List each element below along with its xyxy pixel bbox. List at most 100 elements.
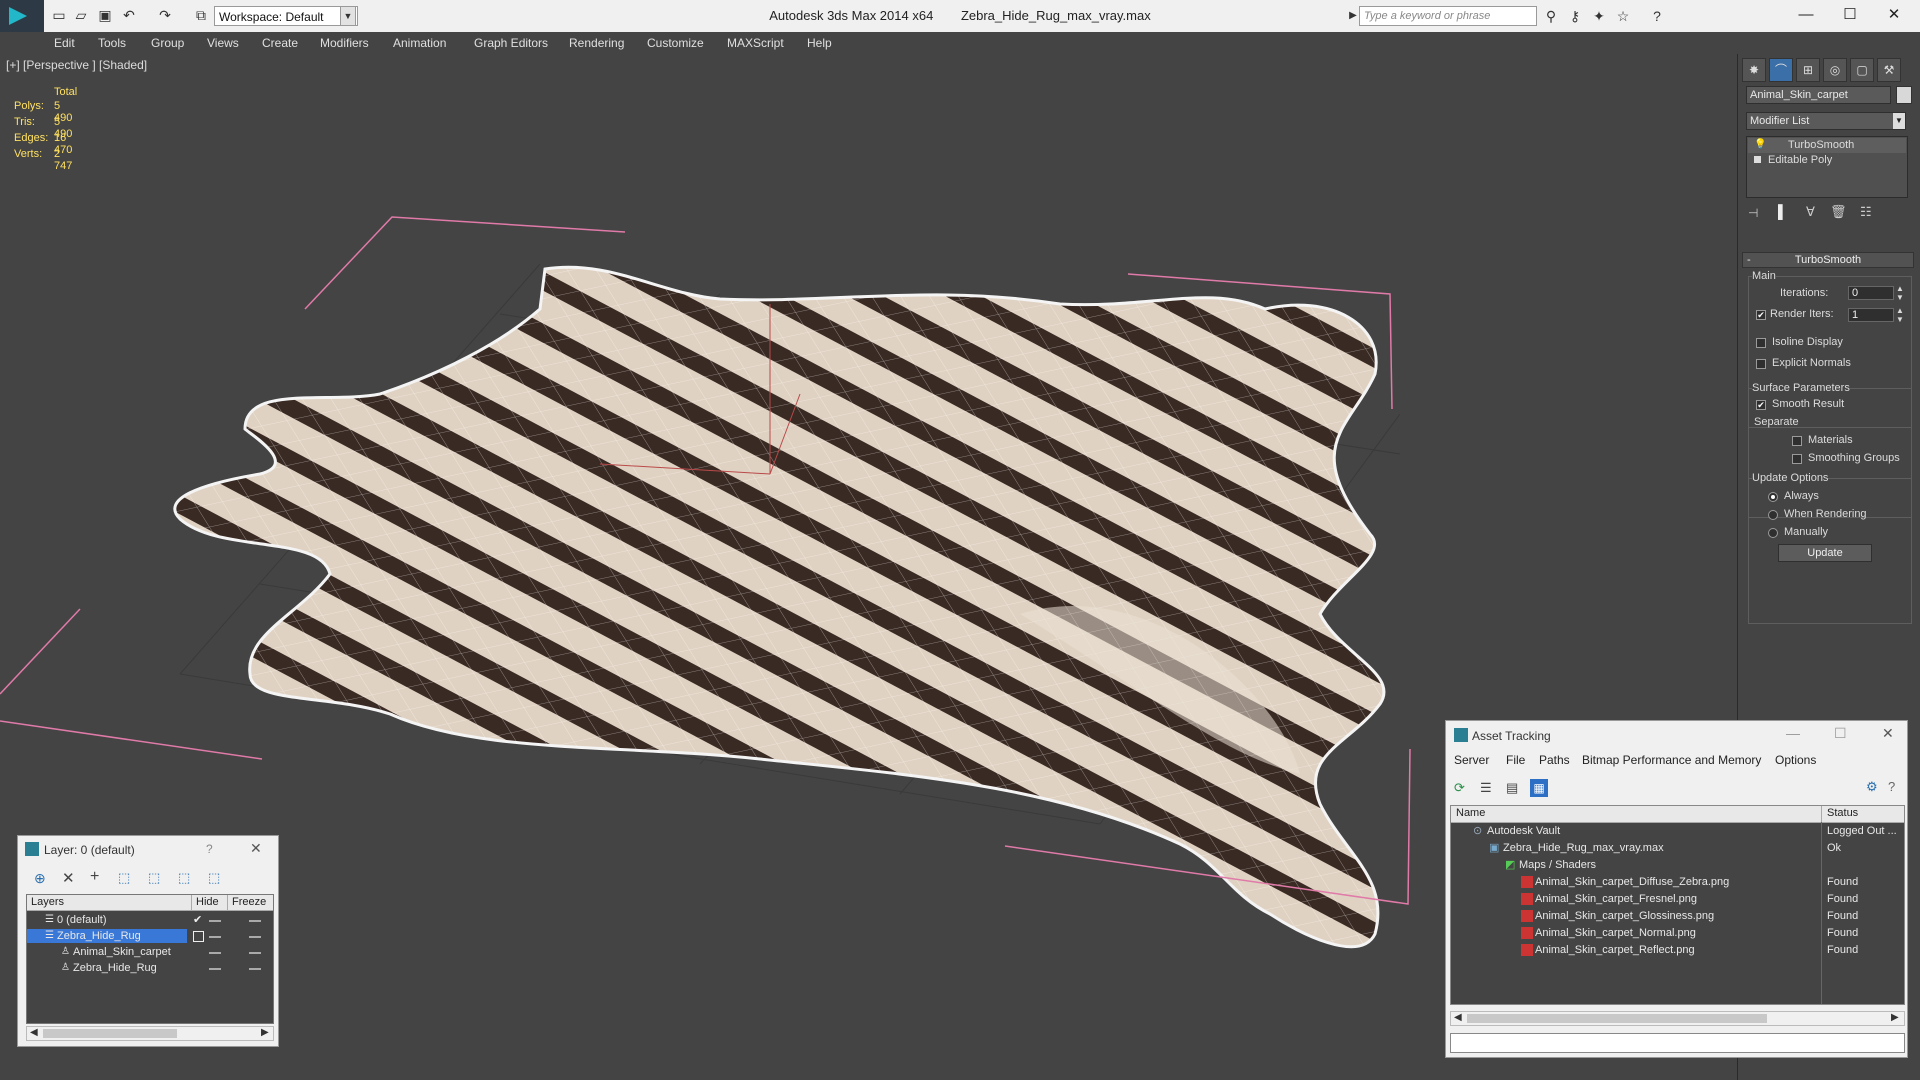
explicit-normals-checkbox[interactable] xyxy=(1756,359,1766,369)
minimize-button[interactable]: — xyxy=(1786,725,1800,741)
always-radio[interactable] xyxy=(1768,492,1778,502)
freeze-all-icon[interactable]: ⬚ xyxy=(208,870,220,886)
name-column-header[interactable]: Name xyxy=(1456,806,1485,821)
render-iters-spinner[interactable]: 1 xyxy=(1848,308,1894,322)
asset-row[interactable]: Animal_Skin_carpet_Glossiness.png Found xyxy=(1451,909,1904,923)
lightbulb-icon[interactable]: 💡 xyxy=(1754,139,1766,150)
scroll-right-icon[interactable]: ▶ xyxy=(261,1027,269,1038)
iterations-spinner[interactable]: 0 xyxy=(1848,286,1894,300)
freeze-toggle[interactable] xyxy=(249,920,261,922)
menu-bitmap-performance[interactable]: Bitmap Performance and Memory xyxy=(1582,753,1761,767)
active-layer-checkbox[interactable] xyxy=(193,931,204,942)
help-button[interactable]: ? xyxy=(206,842,213,856)
display-tab-icon[interactable]: ▢ xyxy=(1850,58,1874,82)
viewport-label[interactable]: [+] [Perspective ] [Shaded] xyxy=(6,58,147,72)
refresh-icon[interactable]: ⟳ xyxy=(1454,780,1465,796)
make-unique-icon[interactable]: ∀ xyxy=(1806,204,1815,220)
asset-row[interactable]: Animal_Skin_carpet_Fresnel.png Found xyxy=(1451,892,1904,906)
delete-layer-icon[interactable]: ✕ xyxy=(62,869,75,887)
create-tab-icon[interactable]: ✸ xyxy=(1742,58,1766,82)
highlight-layer-icon[interactable]: ⬚ xyxy=(148,870,160,886)
menu-maxscript[interactable]: MAXScript xyxy=(727,36,784,50)
modifier-list-dropdown[interactable]: Modifier List xyxy=(1746,112,1906,130)
menu-edit[interactable]: Edit xyxy=(54,36,75,50)
isoline-display-checkbox[interactable] xyxy=(1756,338,1766,348)
freeze-toggle[interactable] xyxy=(249,952,261,954)
asset-row[interactable]: ▣ Zebra_Hide_Rug_max_vray.max Ok xyxy=(1451,841,1904,855)
asset-row[interactable]: Animal_Skin_carpet_Reflect.png Found xyxy=(1451,943,1904,957)
modify-tab-icon[interactable]: ⌒ xyxy=(1769,58,1793,82)
binoculars-icon[interactable]: ⚲ xyxy=(1542,7,1560,25)
menu-tools[interactable]: Tools xyxy=(98,36,126,50)
object-name-field[interactable]: Animal_Skin_carpet xyxy=(1746,86,1891,104)
details-view-icon[interactable]: ▤ xyxy=(1506,780,1518,796)
manually-radio[interactable] xyxy=(1768,528,1778,538)
menu-rendering[interactable]: Rendering xyxy=(569,36,624,50)
object-color-swatch[interactable] xyxy=(1896,86,1912,104)
menu-graph-editors[interactable]: Graph Editors xyxy=(474,36,548,50)
pin-stack-icon[interactable]: ⊣ xyxy=(1748,206,1758,220)
help-icon[interactable]: ? xyxy=(1888,779,1895,794)
smooth-result-checkbox[interactable]: ✔ xyxy=(1756,400,1766,410)
menu-views[interactable]: Views xyxy=(207,36,239,50)
hide-toggle[interactable] xyxy=(209,920,221,922)
status-column-header[interactable]: Status xyxy=(1821,806,1858,822)
stack-item-turbosmooth[interactable]: 💡 TurboSmooth xyxy=(1748,138,1906,153)
search-input[interactable]: Type a keyword or phrase xyxy=(1359,6,1537,26)
utilities-tab-icon[interactable]: ⚒ xyxy=(1877,58,1901,82)
favorites-star-icon[interactable]: ☆ xyxy=(1614,7,1632,25)
active-layer-check-icon[interactable]: ✔ xyxy=(193,913,202,927)
stack-item-editable-poly[interactable]: Editable Poly xyxy=(1748,153,1906,168)
asset-row[interactable]: ⊙ Autodesk Vault Logged Out ... xyxy=(1451,824,1904,838)
layer-row[interactable]: ☰ Zebra_Hide_Rug xyxy=(27,929,273,943)
communication-center-icon[interactable]: ✦ xyxy=(1590,7,1608,25)
remove-modifier-icon[interactable]: 🗑 xyxy=(1830,204,1847,220)
asset-row[interactable]: ◩ Maps / Shaders xyxy=(1451,858,1904,872)
layers-column-header[interactable]: Layers xyxy=(31,895,64,910)
freeze-column-header[interactable]: Freeze xyxy=(227,895,266,910)
expand-plus-icon[interactable] xyxy=(1754,156,1761,163)
key-icon[interactable]: ⚷ xyxy=(1566,7,1584,25)
hide-all-icon[interactable]: ⬚ xyxy=(178,870,190,886)
maximize-button[interactable]: ☐ xyxy=(1834,725,1847,742)
layer-row[interactable]: ☰ 0 (default) ✔ xyxy=(27,913,273,927)
help-icon[interactable]: ? xyxy=(1648,7,1666,25)
scroll-right-icon[interactable]: ▶ xyxy=(1891,1012,1899,1023)
smoothing-groups-checkbox[interactable] xyxy=(1792,454,1802,464)
menu-file[interactable]: File xyxy=(1506,753,1525,767)
layer-row[interactable]: ♙ Animal_Skin_carpet xyxy=(27,945,273,959)
layer-horizontal-scrollbar[interactable]: ◀ ▶ xyxy=(26,1026,274,1041)
hide-toggle[interactable] xyxy=(209,936,221,938)
menu-customize[interactable]: Customize xyxy=(647,36,704,50)
spinner-arrows-icon[interactable]: ▲ ▼ xyxy=(1896,284,1904,302)
show-end-result-icon[interactable]: ▌ xyxy=(1778,204,1787,219)
close-icon[interactable]: ✕ xyxy=(1882,725,1894,742)
collapse-minus-icon[interactable]: - xyxy=(1747,253,1751,267)
motion-tab-icon[interactable]: ◎ xyxy=(1823,58,1847,82)
update-button[interactable]: Update xyxy=(1778,544,1872,562)
freeze-toggle[interactable] xyxy=(249,936,261,938)
configure-sets-icon[interactable]: ☷ xyxy=(1860,204,1872,220)
menu-animation[interactable]: Animation xyxy=(393,36,446,50)
table-view-icon[interactable]: ▦ xyxy=(1530,779,1548,797)
menu-group[interactable]: Group xyxy=(151,36,184,50)
scroll-left-icon[interactable]: ◀ xyxy=(1454,1012,1462,1023)
maximize-button[interactable]: ☐ xyxy=(1830,4,1870,28)
menu-create[interactable]: Create xyxy=(262,36,298,50)
scroll-left-icon[interactable]: ◀ xyxy=(30,1027,38,1038)
asset-horizontal-scrollbar[interactable]: ◀ ▶ xyxy=(1450,1011,1905,1026)
hide-toggle[interactable] xyxy=(209,968,221,970)
turbosmooth-rollout-header[interactable]: - TurboSmooth xyxy=(1742,252,1914,268)
asset-row[interactable]: Animal_Skin_carpet_Diffuse_Zebra.png Fou… xyxy=(1451,875,1904,889)
create-layer-icon[interactable]: ⊕ xyxy=(34,870,46,887)
minimize-button[interactable]: — xyxy=(1786,4,1826,28)
select-objects-icon[interactable]: ⬚ xyxy=(118,870,130,886)
add-to-layer-icon[interactable]: + xyxy=(90,868,99,886)
close-button[interactable]: ✕ xyxy=(1874,4,1914,28)
asset-path-field[interactable] xyxy=(1450,1033,1905,1053)
hide-toggle[interactable] xyxy=(209,952,221,954)
layer-row[interactable]: ♙ Zebra_Hide_Rug xyxy=(27,961,273,975)
chevron-down-icon[interactable]: ▼ xyxy=(1893,113,1905,129)
asset-row[interactable]: Animal_Skin_carpet_Normal.png Found xyxy=(1451,926,1904,940)
menu-server[interactable]: Server xyxy=(1454,753,1489,767)
